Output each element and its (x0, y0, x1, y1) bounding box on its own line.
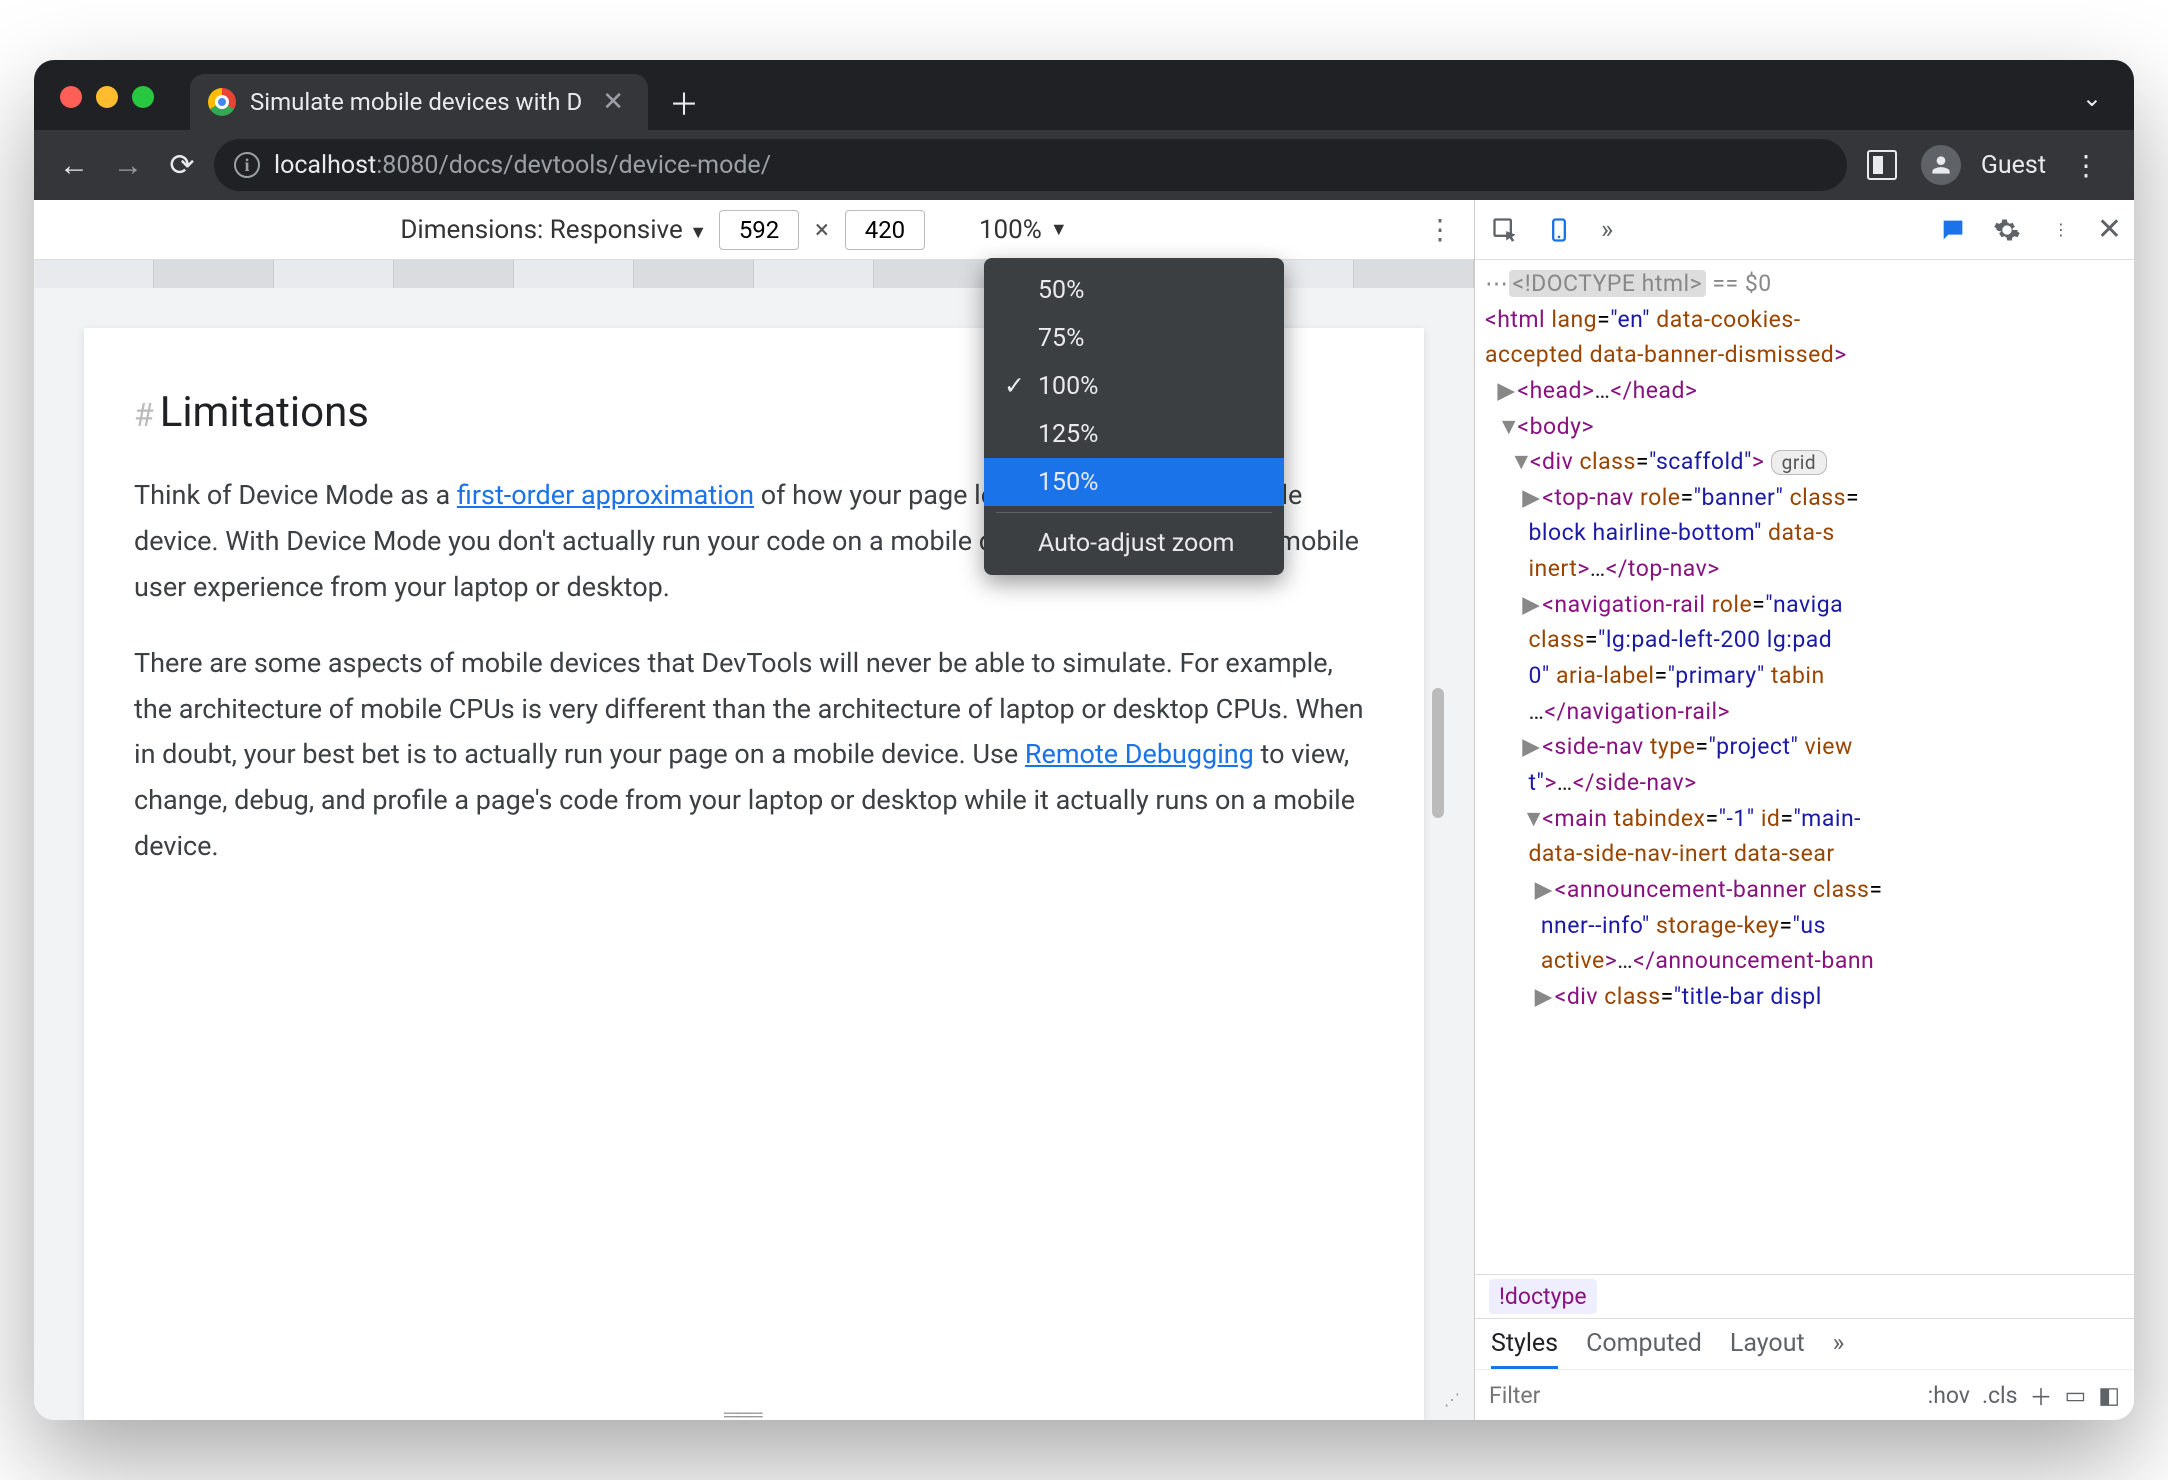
new-tab-button[interactable]: ＋ (660, 78, 708, 126)
zoom-option-100[interactable]: 100% (984, 362, 1284, 410)
tab-overflow-icon[interactable]: ⌄ (2082, 84, 2134, 130)
zoom-dropdown[interactable]: 100% ▼ (979, 215, 1068, 245)
zoom-menu: 50% 75% 100% 125% 150% Auto-adjust zoom (984, 258, 1284, 575)
link-remote-debugging[interactable]: Remote Debugging (1025, 738, 1254, 770)
zoom-auto-adjust[interactable]: Auto-adjust zoom (984, 519, 1284, 567)
paragraph-2: There are some aspects of mobile devices… (134, 641, 1374, 870)
tab-layout[interactable]: Layout (1730, 1329, 1805, 1369)
browser-menu-button[interactable]: ⋮ (2056, 149, 2116, 182)
breadcrumb[interactable]: !doctype (1475, 1274, 2134, 1318)
devtools-toolbar: » ⋮ ✕ (1475, 200, 2134, 260)
zoom-option-150[interactable]: 150% (984, 458, 1284, 506)
width-input[interactable] (719, 210, 799, 250)
dimensions-dropdown[interactable]: Dimensions: Responsive ▼ (400, 215, 707, 245)
toggle-sidebar-icon[interactable]: ◧ (2098, 1382, 2120, 1409)
messages-icon[interactable] (1935, 212, 1971, 248)
anchor-icon[interactable]: # (134, 396, 154, 434)
height-input[interactable] (845, 210, 925, 250)
close-devtools-icon[interactable]: ✕ (2097, 212, 2122, 247)
zoom-option-125[interactable]: 125% (984, 410, 1284, 458)
more-panels-icon[interactable]: » (1601, 215, 1613, 245)
link-first-order[interactable]: first-order approximation (457, 479, 754, 511)
settings-icon[interactable] (1989, 212, 2025, 248)
profile-label: Guest (1981, 151, 2046, 180)
scrollbar-thumb[interactable] (1432, 688, 1444, 818)
zoom-option-50[interactable]: 50% (984, 266, 1284, 314)
dimension-separator: × (811, 215, 833, 245)
more-style-tabs-icon[interactable]: » (1833, 1329, 1845, 1369)
profile-avatar-icon[interactable] (1921, 145, 1961, 185)
url-text: localhost:8080/docs/devtools/device-mode… (274, 151, 771, 180)
grid-badge[interactable]: grid (1771, 450, 1827, 475)
forward-button[interactable]: → (106, 143, 150, 187)
side-panel-icon[interactable] (1867, 150, 1897, 180)
maximize-window-icon[interactable] (132, 86, 154, 108)
computed-styles-icon[interactable]: ▭ (2065, 1382, 2087, 1409)
hov-button[interactable]: :hov (1928, 1382, 1970, 1409)
tab-computed[interactable]: Computed (1586, 1329, 1702, 1369)
resize-handle-bottom[interactable]: ═══ (724, 1402, 784, 1410)
url-input[interactable]: i localhost:8080/docs/devtools/device-mo… (214, 139, 1847, 191)
tab-title: Simulate mobile devices with D (250, 88, 582, 116)
close-window-icon[interactable] (60, 86, 82, 108)
toggle-device-icon[interactable] (1541, 212, 1577, 248)
menu-separator (996, 512, 1272, 513)
cls-button[interactable]: .cls (1982, 1382, 2018, 1409)
styles-toolbar: :hov .cls ＋ ▭ ◧ (1475, 1369, 2134, 1420)
site-info-icon[interactable]: i (234, 152, 260, 178)
resize-handle-corner[interactable]: ⋰ (1444, 1390, 1468, 1414)
back-button[interactable]: ← (52, 143, 96, 187)
content-area: Dimensions: Responsive ▼ × 100% ▼ ⋮ 50% … (34, 200, 2134, 1420)
window-controls (34, 86, 180, 130)
new-style-rule-icon[interactable]: ＋ (2030, 1378, 2053, 1412)
inspect-element-icon[interactable] (1487, 212, 1523, 248)
title-bar: Simulate mobile devices with D ✕ ＋ ⌄ (34, 60, 2134, 130)
devtools-panel: » ⋮ ✕ ⋯<!DOCTYPE html> == $0 <html lang=… (1474, 200, 2134, 1420)
styles-tabs: Styles Computed Layout » (1475, 1318, 2134, 1369)
device-toolbar-menu[interactable]: ⋮ (1426, 213, 1454, 246)
address-bar: ← → ⟳ i localhost:8080/docs/devtools/dev… (34, 130, 2134, 200)
chrome-favicon-icon (208, 88, 236, 116)
tab-styles[interactable]: Styles (1491, 1329, 1558, 1369)
browser-window: Simulate mobile devices with D ✕ ＋ ⌄ ← →… (34, 60, 2134, 1420)
reload-button[interactable]: ⟳ (160, 143, 204, 187)
devtools-menu-icon[interactable]: ⋮ (2043, 212, 2079, 248)
browser-tab[interactable]: Simulate mobile devices with D ✕ (190, 74, 648, 130)
device-mode-panel: Dimensions: Responsive ▼ × 100% ▼ ⋮ 50% … (34, 200, 1474, 1420)
close-tab-icon[interactable]: ✕ (596, 87, 630, 117)
zoom-option-75[interactable]: 75% (984, 314, 1284, 362)
device-toolbar: Dimensions: Responsive ▼ × 100% ▼ ⋮ (34, 200, 1474, 260)
elements-tree[interactable]: ⋯<!DOCTYPE html> == $0 <html lang="en" d… (1475, 260, 2134, 1274)
minimize-window-icon[interactable] (96, 86, 118, 108)
filter-input[interactable] (1489, 1382, 1589, 1409)
